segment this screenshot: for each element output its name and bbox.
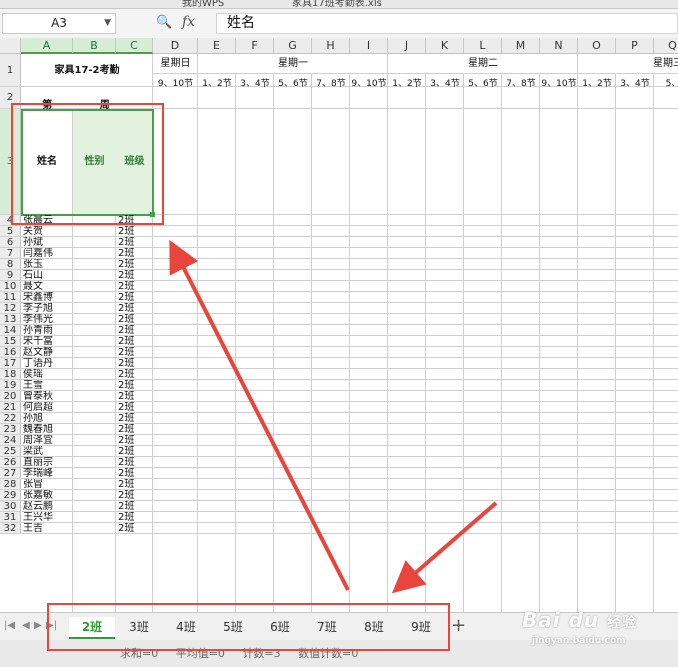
annotation-arrows (169, 239, 498, 594)
spreadsheet-window: 我的WPS 家具17班考勤表.xls A3 ▼ 🔍 fx 姓名 ABCDEFGHI… (0, 0, 678, 667)
arrow-to-header (169, 239, 350, 591)
arrow-to-sheet-tabs (391, 501, 498, 594)
